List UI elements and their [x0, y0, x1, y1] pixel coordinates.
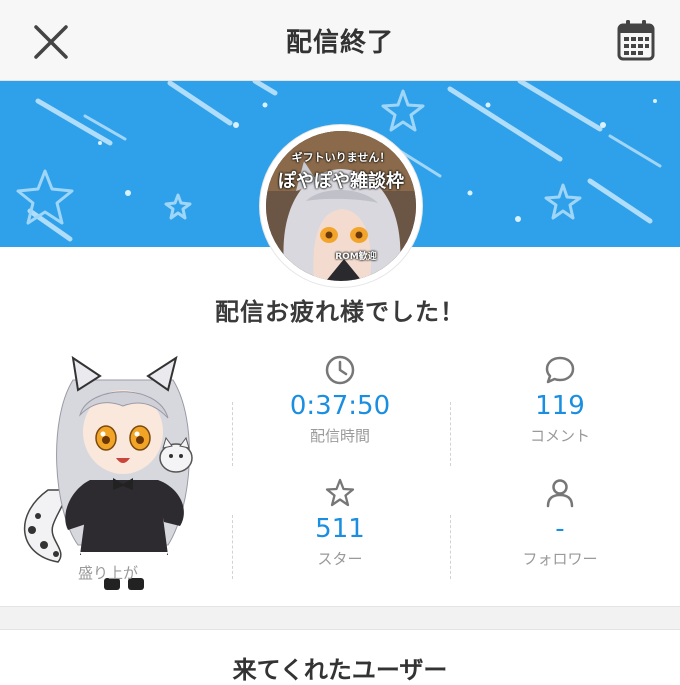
- mascot-caption: 盛り上が: [78, 564, 139, 582]
- avatar-caption-top: ギフトいりません！: [291, 151, 391, 164]
- duration-label: 配信時間: [309, 427, 370, 445]
- stat-divider: [232, 402, 234, 466]
- calendar-button[interactable]: [616, 18, 656, 62]
- section-separator: [0, 606, 680, 630]
- stars-label: スター: [317, 550, 363, 568]
- page-title: 配信終了: [285, 28, 394, 58]
- comments-label: コメント: [529, 427, 590, 445]
- avatar-image: ギフトいりません！ ぽやぽや雑談枠 ROM歓迎: [266, 131, 416, 281]
- calendar-icon: [617, 20, 655, 61]
- stat-duration: 0:37:50 配信時間: [240, 352, 440, 446]
- stat-stars: 511 スター: [240, 475, 440, 569]
- star-icon: [325, 478, 355, 507]
- stat-divider: [450, 402, 452, 466]
- stat-followers: - フォロワー: [460, 475, 660, 569]
- top-bar: 配信終了: [0, 0, 680, 81]
- stat-comments: 119 コメント: [460, 352, 660, 446]
- stars-value: 511: [315, 514, 365, 544]
- stat-divider: [450, 515, 452, 579]
- person-icon: [546, 479, 574, 508]
- avatar-caption-main: ぽやぽや雑談枠: [278, 171, 404, 192]
- comments-value: 119: [535, 391, 585, 421]
- followers-value: -: [555, 514, 565, 544]
- streamer-avatar[interactable]: ギフトいりません！ ぽやぽや雑談枠 ROM歓迎: [260, 125, 422, 287]
- stat-divider: [232, 515, 234, 579]
- thanks-message: 配信お疲れ様でした！: [215, 298, 465, 326]
- mascot-illustration: 盛り上が: [18, 340, 228, 595]
- clock-icon: [325, 355, 355, 385]
- comment-icon: [545, 356, 575, 384]
- duration-value: 0:37:50: [289, 391, 391, 421]
- followers-label: フォロワー: [522, 550, 598, 568]
- avatar-caption-small: ROM歓迎: [335, 252, 377, 262]
